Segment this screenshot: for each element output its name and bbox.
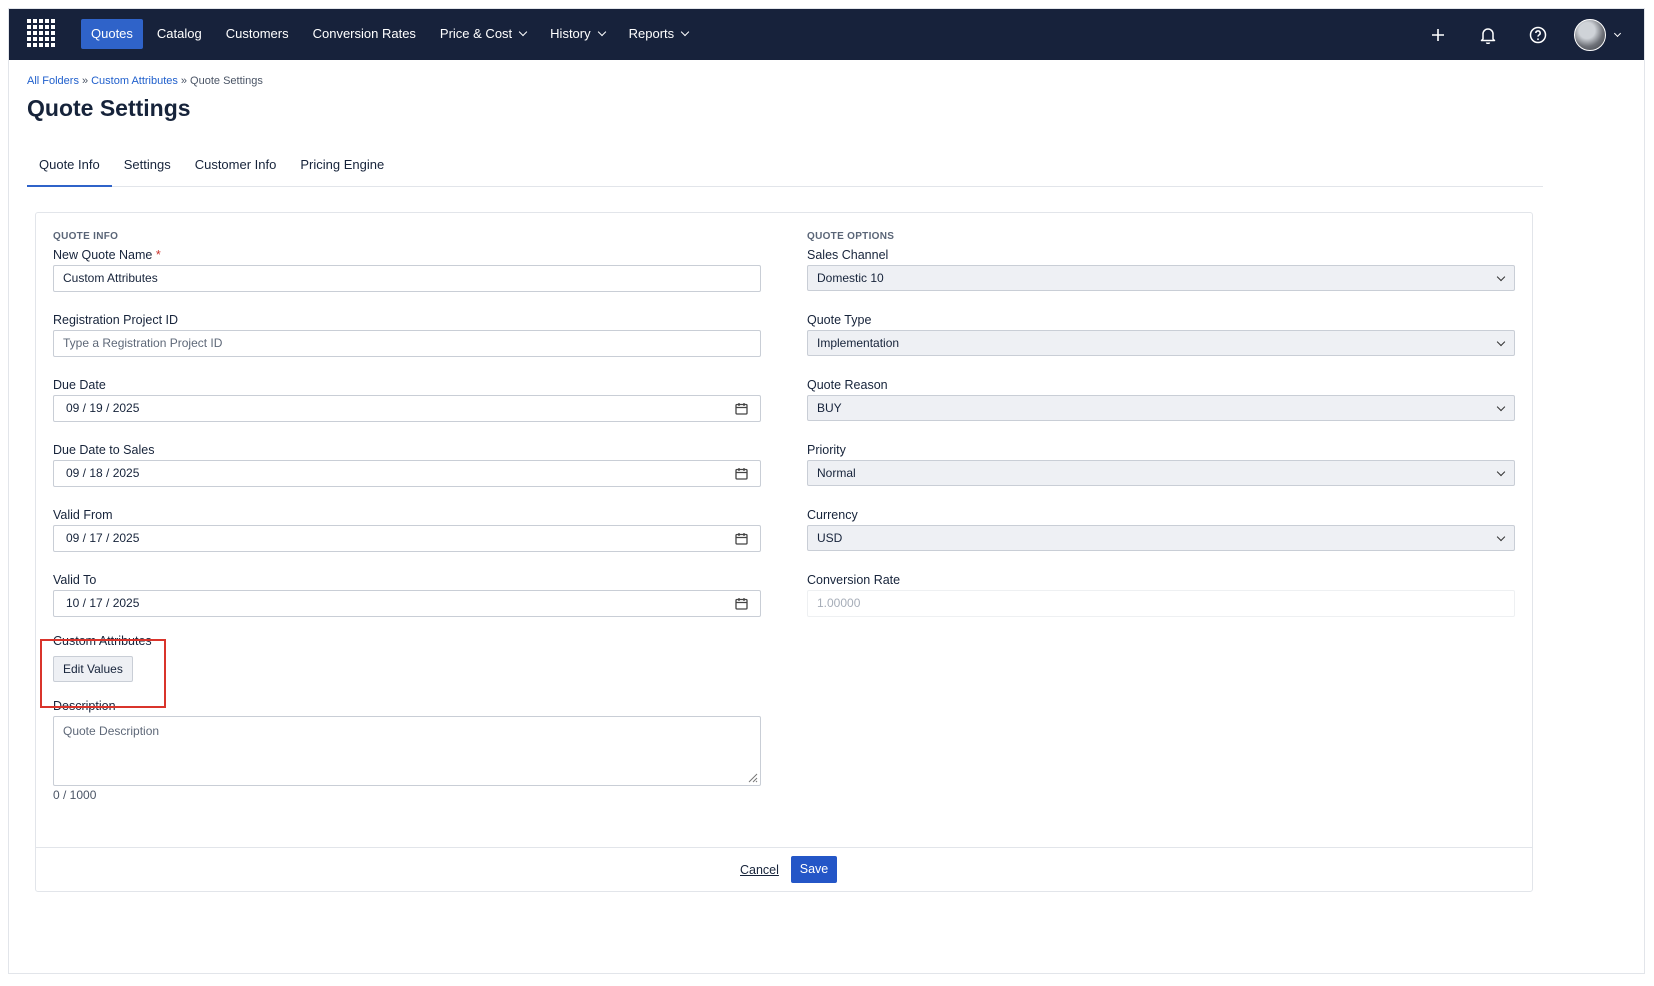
quote-info-section: QUOTE INFO New Quote Name * Custom Attri… [53,229,761,802]
sales-channel-label: Sales Channel [807,248,889,262]
due-date-to-sales-label: Due Date to Sales [53,443,155,457]
calendar-icon[interactable] [735,597,748,610]
resize-handle-icon[interactable] [746,771,758,783]
description-textarea[interactable]: Quote Description [53,716,761,786]
app-grid-icon[interactable] [27,19,55,47]
tab-quote-info[interactable]: Quote Info [27,155,112,187]
valid-from-value: 09 / 17 / 2025 [66,531,140,545]
valid-to-value: 10 / 17 / 2025 [66,596,140,610]
nav-item-reports[interactable]: Reports [619,19,699,49]
save-button[interactable]: Save [791,856,837,883]
currency-value: USD [817,531,843,545]
quote-type-value: Implementation [817,336,900,350]
due-date-value: 09 / 19 / 2025 [66,401,140,415]
breadcrumb: All Folders» Custom Attributes» Quote Sett… [27,75,263,87]
due-date-input[interactable]: 09 / 19 / 2025 [53,395,761,422]
chevron-down-icon [1496,467,1506,477]
quote-name-input[interactable]: Custom Attributes [53,265,761,292]
nav-item-label: Conversion Rates [312,26,416,41]
due-date-to-sales-value: 09 / 18 / 2025 [66,466,140,480]
description-placeholder: Quote Description [63,724,160,738]
conversion-rate-label: Conversion Rate [807,573,901,587]
calendar-icon[interactable] [735,402,748,415]
description-char-counter: 0 / 1000 [53,788,97,802]
conversion-rate-input: 1.00000 [807,590,1515,617]
nav-item-history[interactable]: History [540,19,614,49]
nav-item-price-cost[interactable]: Price & Cost [430,19,536,49]
app-frame: Quotes Catalog Customers Conversion Rate… [8,8,1645,974]
plus-icon[interactable] [1424,21,1452,49]
quote-form-card: QUOTE INFO New Quote Name * Custom Attri… [35,212,1533,892]
chevron-down-icon [1496,402,1506,412]
valid-from-label: Valid From [53,508,113,522]
nav-item-label: Catalog [156,26,202,41]
nav-item-label: Price & Cost [439,26,513,41]
avatar [1574,19,1606,51]
breadcrumb-link-all-folders[interactable]: All Folders [27,75,79,87]
calendar-icon[interactable] [735,467,748,480]
tab-pricing-engine[interactable]: Pricing Engine [288,155,396,187]
valid-to-input[interactable]: 10 / 17 / 2025 [53,590,761,617]
sales-channel-select[interactable]: Domestic 10 [807,265,1515,291]
currency-select[interactable]: USD [807,525,1515,551]
help-icon[interactable] [1524,21,1552,49]
nav-actions [1424,17,1622,53]
sales-channel-value: Domestic 10 [817,271,884,285]
highlight-box [40,639,166,708]
chevron-down-icon [597,27,606,37]
tab-customer-info[interactable]: Customer Info [183,155,289,187]
valid-to-label: Valid To [53,573,97,587]
tab-bar: Quote Info Settings Customer Info Pricin… [27,155,1543,187]
priority-select[interactable]: Normal [807,460,1515,486]
nav-item-label: History [550,26,591,41]
nav-item-label: Quotes [91,26,133,41]
quote-reason-value: BUY [817,401,842,415]
cancel-button[interactable]: Cancel [740,863,779,877]
required-mark: * [155,248,161,262]
breadcrumb-link-custom-attributes[interactable]: Custom Attributes [91,75,178,87]
nav-item-conversion-rates[interactable]: Conversion Rates [303,19,426,49]
quote-name-label-text: New Quote Name [53,248,153,262]
chevron-down-icon [1496,337,1506,347]
nav-menu: Quotes Catalog Customers Conversion Rate… [81,19,702,49]
nav-item-label: Customers [225,26,289,41]
priority-label: Priority [807,443,846,457]
user-menu[interactable] [1574,19,1622,51]
form-footer: Cancel Save [36,847,1532,892]
calendar-icon[interactable] [735,532,748,545]
page-title: Quote Settings [27,95,191,121]
nav-item-customers[interactable]: Customers [216,19,299,49]
registration-project-id-label: Registration Project ID [53,313,179,327]
priority-value: Normal [817,466,856,480]
valid-from-input[interactable]: 09 / 17 / 2025 [53,525,761,552]
quote-type-label: Quote Type [807,313,872,327]
nav-item-quotes[interactable]: Quotes [81,19,143,49]
quote-options-section: QUOTE OPTIONS Sales Channel Domestic 10 … [807,229,1515,617]
breadcrumb-separator: » [180,75,188,87]
due-date-to-sales-input[interactable]: 09 / 18 / 2025 [53,460,761,487]
quote-name-label: New Quote Name * [53,245,761,265]
registration-project-id-input[interactable]: Type a Registration Project ID [53,330,761,357]
quote-reason-select[interactable]: BUY [807,395,1515,421]
top-nav: Quotes Catalog Customers Conversion Rate… [9,9,1644,60]
nav-item-catalog[interactable]: Catalog [147,19,212,49]
section-label-quote-options: QUOTE OPTIONS [807,231,895,242]
chevron-down-icon [518,27,528,37]
tab-settings[interactable]: Settings [112,155,183,187]
currency-label: Currency [807,508,858,522]
quote-reason-label: Quote Reason [807,378,888,392]
breadcrumb-separator: » [81,75,89,87]
chevron-down-icon [1496,272,1506,282]
quote-type-select[interactable]: Implementation [807,330,1515,356]
due-date-label: Due Date [53,378,106,392]
section-label-quote-info: QUOTE INFO [53,231,119,242]
chevron-down-icon [680,27,690,37]
bell-icon[interactable] [1474,21,1502,49]
chevron-down-icon [1496,532,1506,542]
breadcrumb-current: Quote Settings [190,75,263,87]
chevron-down-icon [1613,29,1622,37]
nav-item-label: Reports [628,26,675,41]
